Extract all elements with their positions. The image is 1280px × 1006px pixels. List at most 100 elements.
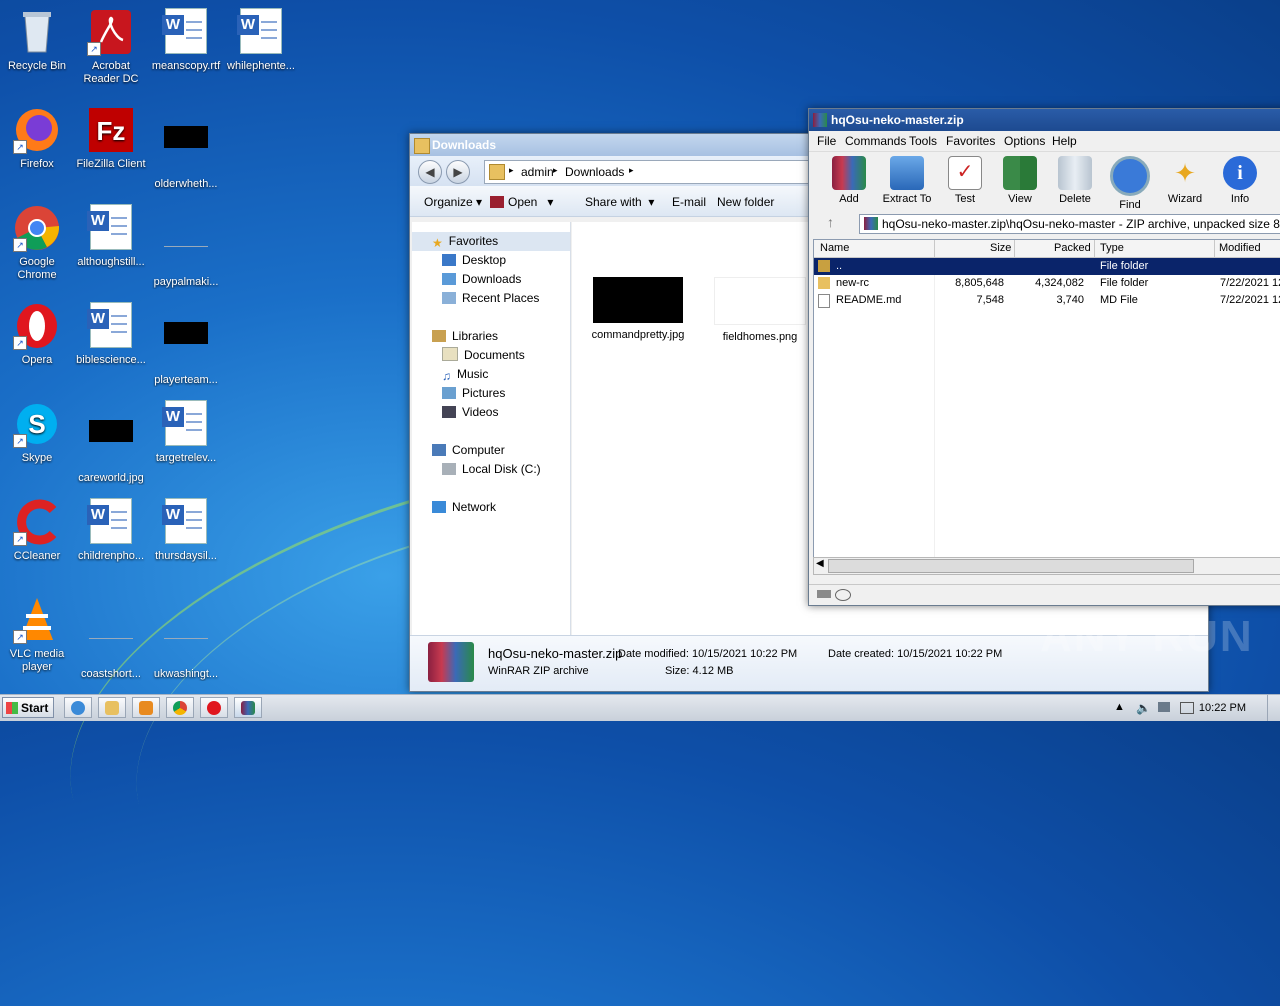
organize-button[interactable]: Organize ▾	[424, 195, 482, 209]
desktop-icon-recycle-bin[interactable]: Recycle Bin	[0, 8, 74, 73]
desktop-icon-targetrelev[interactable]: W targetrelev...	[149, 400, 223, 465]
table-row[interactable]: new-rc 8,805,648 4,324,082 File folder 7…	[814, 275, 1280, 292]
volume-icon[interactable]: 🔈	[1136, 701, 1151, 715]
action-center-icon[interactable]	[1180, 702, 1194, 714]
horizontal-scrollbar[interactable]: ◀	[813, 557, 1280, 575]
desktop-icon-whilephente[interactable]: W whilephente...	[224, 8, 298, 73]
menu-tools[interactable]: Tools	[909, 134, 937, 148]
share-with-button[interactable]: Share with ▾	[585, 195, 654, 209]
show-desktop-button[interactable]	[1267, 695, 1280, 721]
taskbar-opera[interactable]	[200, 697, 228, 718]
desktop-icon-careworld[interactable]: careworld.jpg	[74, 400, 148, 485]
col-size[interactable]: Size	[990, 242, 1011, 254]
back-button[interactable]: ◀	[418, 160, 442, 184]
menu-help[interactable]: Help	[1052, 134, 1077, 148]
details-filename: hqOsu-neko-master.zip	[488, 646, 623, 661]
details-modified: Date modified: 10/15/2021 10:22 PM	[618, 648, 798, 660]
nav-music[interactable]: ♫ Music	[442, 365, 488, 384]
scrollbar-thumb[interactable]	[828, 559, 1194, 573]
show-hidden-icons-icon[interactable]: ▲	[1114, 701, 1125, 713]
desktop-icon-biblescience[interactable]: W biblescience...	[74, 302, 148, 367]
desktop-icon-vlc[interactable]: ↗ VLC media player	[0, 596, 74, 674]
taskbar-media-player[interactable]	[132, 697, 160, 718]
desktop-icon-filezilla[interactable]: Fz FileZilla Client	[74, 106, 148, 171]
col-type[interactable]: Type	[1100, 242, 1124, 254]
up-arrow-icon[interactable]: ↑	[827, 214, 834, 230]
star-icon: ★	[432, 236, 443, 250]
desktop-icon-acrobat[interactable]: ↗ Acrobat Reader DC	[74, 8, 148, 86]
new-folder-button[interactable]: New folder	[717, 195, 774, 209]
magnifier-icon	[1110, 156, 1150, 196]
file-item[interactable]: commandpretty.jpg	[588, 277, 688, 341]
nav-downloads[interactable]: Downloads	[442, 270, 521, 289]
desktop-icon-coastshort[interactable]: coastshort...	[74, 596, 148, 681]
table-row[interactable]: README.md 7,548 3,740 MD File 7/22/2021 …	[814, 292, 1280, 309]
desktop-icon-ccleaner[interactable]: ↗ CCleaner	[0, 498, 74, 563]
view-button[interactable]: View	[992, 154, 1048, 205]
nav-libraries[interactable]: Libraries	[432, 327, 498, 346]
nav-computer[interactable]: Computer	[432, 441, 505, 460]
word-doc-icon: W	[237, 8, 285, 56]
network-tray-icon[interactable]	[1158, 702, 1170, 712]
winrar-icon	[241, 701, 255, 715]
info-button[interactable]: i Info	[1212, 154, 1268, 205]
nav-favorites[interactable]: ★ Favorites	[412, 232, 570, 251]
desktop-icon-skype[interactable]: S ↗ Skype	[0, 400, 74, 465]
email-button[interactable]: E-mail	[672, 195, 706, 209]
desktop-icon-meanscopy[interactable]: W meanscopy.rtf	[149, 8, 223, 73]
winrar-icon	[490, 196, 504, 208]
taskbar-explorer[interactable]	[98, 697, 126, 718]
desktop-icon-firefox[interactable]: ↗ Firefox	[0, 106, 74, 171]
test-button[interactable]: ✓ Test	[937, 154, 993, 205]
desktop-icon-paypalmaki[interactable]: paypalmaki...	[149, 204, 223, 289]
folder-icon	[818, 277, 830, 289]
wizard-button[interactable]: ✦ Wizard	[1157, 154, 1213, 205]
menu-file[interactable]: File	[817, 134, 836, 148]
desktop-icon-childrenpho[interactable]: W childrenpho...	[74, 498, 148, 563]
archive-path-field[interactable]: hqOsu-neko-master.zip\hqOsu-neko-master …	[859, 214, 1280, 234]
scroll-left-icon[interactable]: ◀	[816, 558, 824, 569]
col-packed[interactable]: Packed	[1054, 242, 1091, 254]
desktop-icon-playerteam[interactable]: playerteam...	[149, 302, 223, 387]
start-button[interactable]: Start	[2, 697, 54, 718]
nav-recent-places[interactable]: Recent Places	[442, 289, 539, 308]
nav-pictures[interactable]: Pictures	[442, 384, 505, 403]
desktop-icon-olderwheth[interactable]: olderwheth...	[149, 106, 223, 191]
nav-desktop[interactable]: Desktop	[442, 251, 506, 270]
desktop-icon-thursdaysil[interactable]: W thursdaysil...	[149, 498, 223, 563]
menu-options[interactable]: Options	[1004, 134, 1045, 148]
breadcrumb-downloads[interactable]: Downloads	[565, 165, 624, 179]
desktop-icon-althoughstill[interactable]: W althoughstill...	[74, 204, 148, 269]
word-doc-icon: W	[162, 498, 210, 546]
nav-local-disk[interactable]: Local Disk (C:)	[442, 460, 541, 479]
add-button[interactable]: Add	[821, 154, 877, 205]
shortcut-arrow-icon: ↗	[87, 42, 101, 56]
open-button[interactable]: Open ▾	[490, 195, 553, 209]
nav-videos[interactable]: Videos	[442, 403, 498, 422]
extract-to-button[interactable]: Extract To	[879, 154, 935, 205]
forward-button[interactable]: ▶	[446, 160, 470, 184]
taskbar-ie[interactable]	[64, 697, 92, 718]
blank-thumb-icon	[87, 616, 135, 664]
breadcrumb-admin[interactable]: admin	[521, 165, 554, 179]
taskbar-chrome[interactable]	[166, 697, 194, 718]
winrar-titlebar[interactable]: hqOsu-neko-master.zip	[809, 109, 1280, 131]
trash-icon	[1058, 156, 1092, 190]
nav-documents[interactable]: Documents	[442, 346, 525, 365]
file-item[interactable]: fieldhomes.png	[710, 277, 810, 343]
clock[interactable]: 10:22 PM	[1199, 702, 1246, 714]
table-row[interactable]: .. File folder	[814, 258, 1280, 275]
taskbar-winrar[interactable]	[234, 697, 262, 718]
delete-button[interactable]: Delete	[1047, 154, 1103, 205]
find-button[interactable]: Find	[1102, 154, 1158, 211]
desktop-icon-chrome[interactable]: ↗ Google Chrome	[0, 204, 74, 282]
desktop-icon-opera[interactable]: ↗ Opera	[0, 302, 74, 367]
col-modified[interactable]: Modified	[1219, 242, 1261, 254]
desktop-icon-ukwashingt[interactable]: ukwashingt...	[149, 596, 223, 681]
nav-network[interactable]: Network	[432, 498, 496, 517]
details-filetype: WinRAR ZIP archive	[488, 665, 589, 677]
menu-favorites[interactable]: Favorites	[946, 134, 995, 148]
downloads-icon	[442, 273, 456, 285]
col-name[interactable]: Name	[820, 242, 849, 254]
menu-commands[interactable]: Commands	[845, 134, 906, 148]
